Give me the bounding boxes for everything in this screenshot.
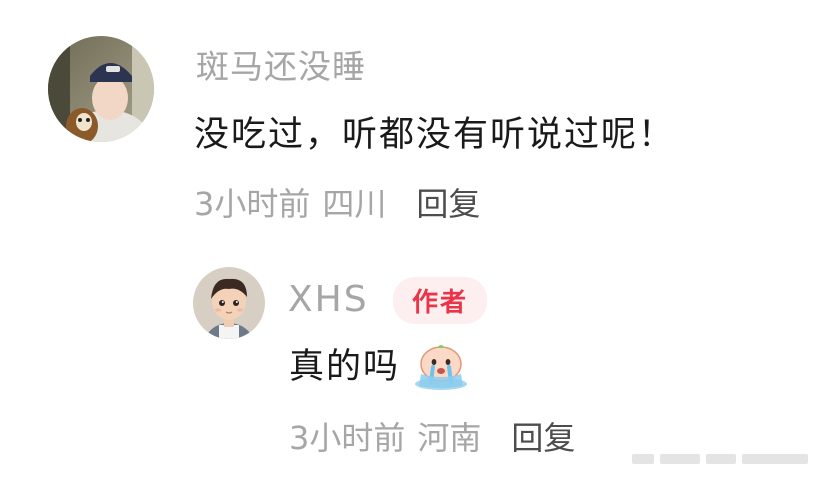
comment-time: 3小时前 [194, 185, 311, 223]
avatar-photo [48, 36, 154, 142]
author-badge: 作者 [393, 277, 487, 324]
reply-button[interactable]: 回复 [416, 182, 480, 226]
comment-time: 3小时前 [289, 419, 406, 457]
comment-username[interactable]: XHS [288, 277, 369, 323]
comment-content: 真的吗 [289, 340, 469, 394]
comment-meta: 3小时前 四川 回复 [194, 182, 480, 226]
avatar[interactable] [193, 267, 265, 339]
comment-meta: 3小时前 河南 回复 [289, 416, 575, 460]
watermark [632, 450, 808, 468]
comment-location: 四川 [322, 185, 387, 223]
crying-face-emoji-icon [413, 345, 469, 390]
reply-comment-item: XHS 作者 真的吗 3小时前 河南 回复 [0, 240, 818, 478]
comment-location: 河南 [417, 419, 482, 457]
comment-text: 真的吗 [289, 347, 401, 387]
comment-username[interactable]: 斑马还没睡 [196, 44, 366, 90]
avatar-cartoon-boy [193, 267, 265, 339]
reply-button[interactable]: 回复 [511, 416, 575, 460]
comment-content: 没吃过，听都没有听说过呢！ [194, 115, 676, 155]
avatar[interactable] [48, 36, 154, 142]
comment-item: 斑马还没睡 没吃过，听都没有听说过呢！ 3小时前 四川 回复 [0, 0, 818, 240]
